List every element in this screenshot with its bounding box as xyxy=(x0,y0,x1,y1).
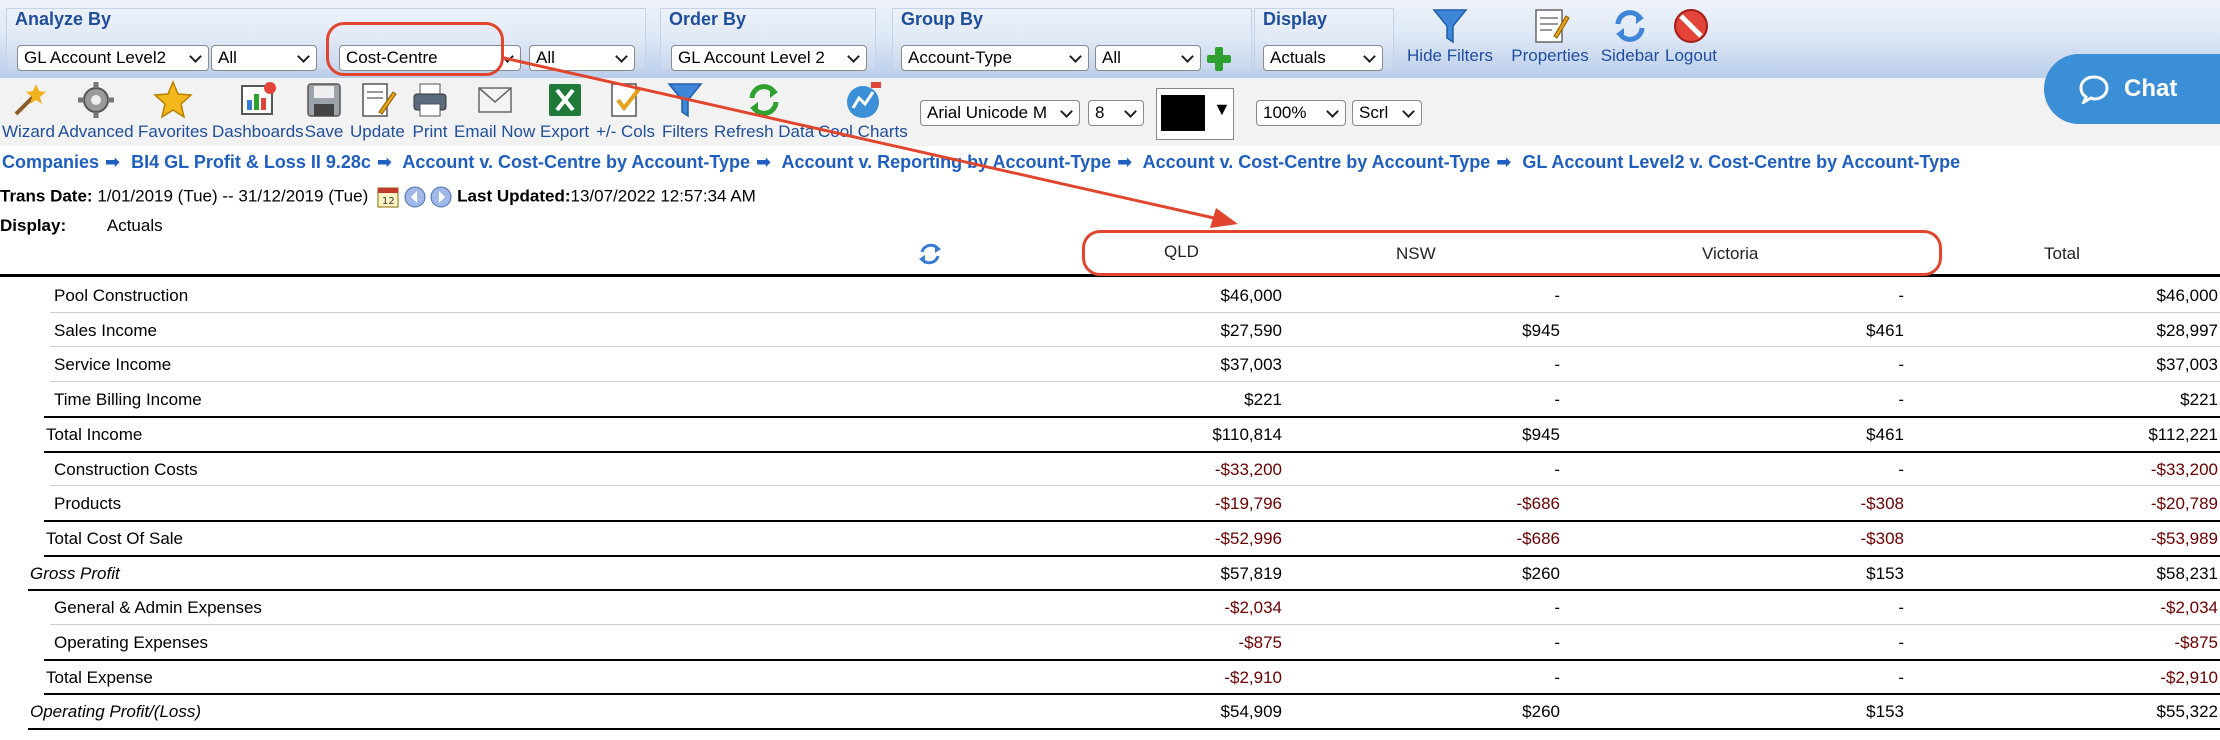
annotation-arrow xyxy=(503,56,1238,228)
